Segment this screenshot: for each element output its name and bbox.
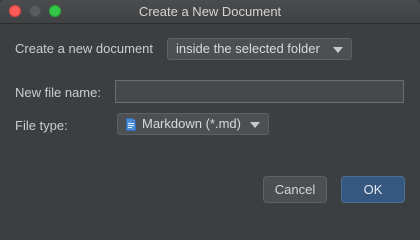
cancel-button[interactable]: Cancel xyxy=(263,176,327,203)
title-bar[interactable]: Create a New Document xyxy=(0,0,420,24)
location-dropdown-value: inside the selected folder xyxy=(176,41,320,56)
chevron-down-icon xyxy=(333,47,343,53)
file-name-input[interactable] xyxy=(115,80,404,103)
location-dropdown[interactable]: inside the selected folder xyxy=(167,38,352,60)
ok-button[interactable]: OK xyxy=(341,176,405,203)
file-name-label: New file name: xyxy=(15,85,101,100)
file-type-dropdown-value: Markdown (*.md) xyxy=(142,116,241,131)
chevron-down-icon xyxy=(250,122,260,128)
file-type-label: File type: xyxy=(15,118,68,133)
dialog-window: Create a New Document Create a new docum… xyxy=(0,0,420,217)
markdown-file-icon xyxy=(126,118,136,131)
dialog-title: Create a New Document xyxy=(138,4,282,19)
file-type-dropdown[interactable]: Markdown (*.md) xyxy=(117,113,269,135)
location-label: Create a new document xyxy=(15,41,154,56)
